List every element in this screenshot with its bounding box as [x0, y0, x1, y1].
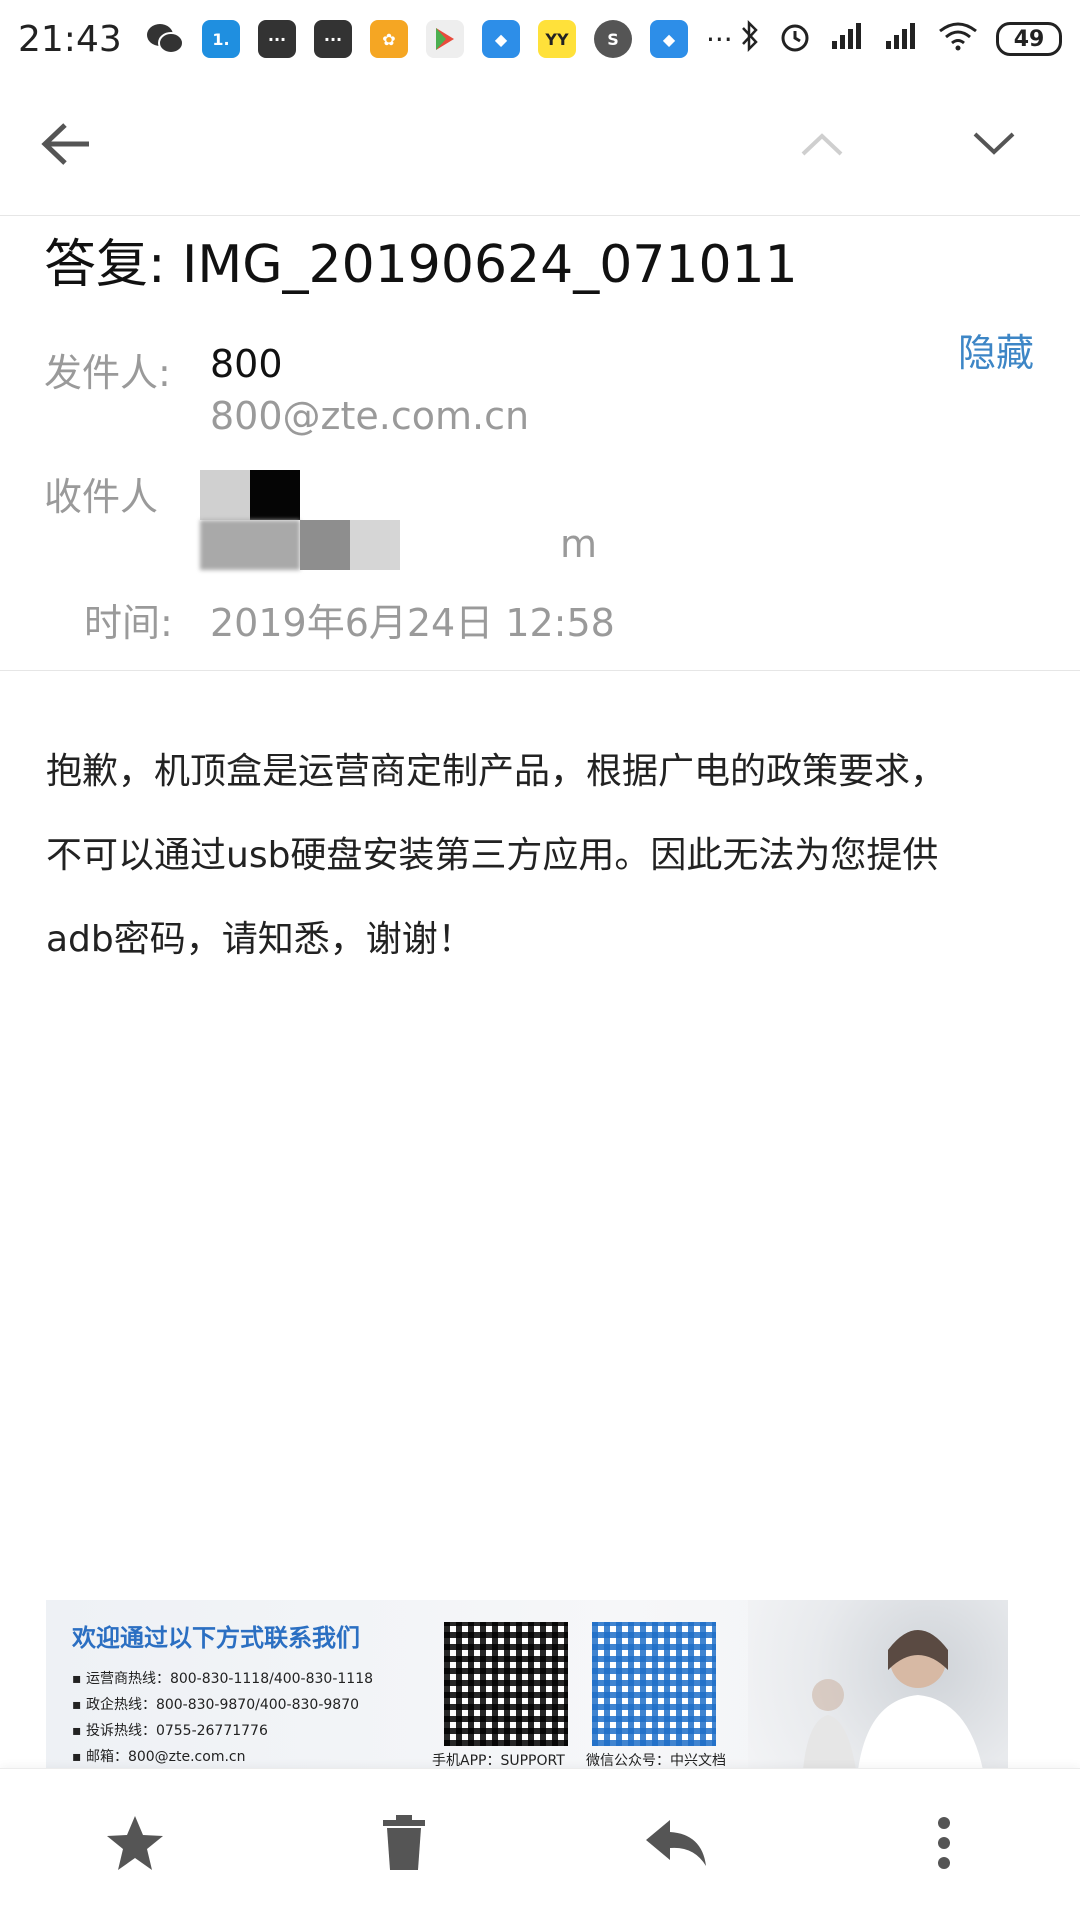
app-icon: ✿ — [370, 20, 408, 58]
contact-line: ▪ 投诉热线：0755-26771776 — [72, 1723, 268, 1739]
hide-details-link[interactable]: 隐藏 — [958, 322, 1034, 377]
redacted-block — [350, 520, 400, 570]
more-options-button[interactable] — [904, 1805, 984, 1885]
yy-icon: YY — [538, 20, 576, 58]
qr-caption: 微信公众号：中兴文档 — [586, 1753, 726, 1769]
chevron-down-icon — [971, 130, 1017, 162]
signal-icon — [830, 21, 866, 58]
wechat-icon — [146, 20, 184, 58]
message-icon: ··· — [258, 20, 296, 58]
sender-name[interactable]: 800 — [210, 342, 283, 386]
redacted-block — [200, 520, 300, 570]
qr-caption: 手机APP：SUPPORT — [432, 1753, 565, 1769]
bottom-action-bar — [0, 1768, 1080, 1920]
delete-button[interactable] — [364, 1805, 444, 1885]
app-icon: 1. — [202, 20, 240, 58]
header-divider — [0, 670, 1080, 671]
redacted-block — [250, 470, 300, 520]
sender-address[interactable]: 800@zte.com.cn — [210, 394, 529, 438]
app-icon: S — [594, 20, 632, 58]
reply-icon — [644, 1818, 708, 1872]
qr-code-app — [444, 1622, 568, 1746]
play-store-icon — [426, 20, 464, 58]
email-body: 抱歉，机顶盒是运营商定制产品，根据广电的政策要求， 不可以通过usb硬盘安装第三… — [46, 730, 1046, 982]
body-line: 抱歉，机顶盒是运营商定制产品，根据广电的政策要求， — [46, 751, 947, 792]
star-icon — [105, 1814, 165, 1876]
status-time: 21:43 — [18, 18, 122, 60]
message-icon: ··· — [314, 20, 352, 58]
email-subject: 答复: IMG_20190624_071011 — [44, 235, 798, 295]
from-label: 发件人: — [44, 351, 171, 395]
app-icon: ◆ — [482, 20, 520, 58]
body-line: adb密码，请知悉，谢谢！ — [46, 919, 474, 960]
more-notifications-icon: ··· — [706, 22, 733, 56]
contact-line: ▪ 政企热线：800-830-9870/400-830-9870 — [72, 1697, 360, 1713]
sent-time: 2019年6月24日 12:58 — [210, 601, 615, 645]
reply-button[interactable] — [636, 1805, 716, 1885]
recipient-address-tail[interactable]: m — [560, 522, 597, 566]
back-button[interactable] — [28, 108, 104, 184]
app-icon: ◆ — [650, 20, 688, 58]
banner-title: 欢迎通过以下方式联系我们 — [72, 1624, 360, 1652]
contact-line: ▪ 邮箱：800@zte.com.cn — [72, 1749, 246, 1765]
contact-line: ▪ 运营商热线：800-830-1118/400-830-1118 — [72, 1671, 374, 1687]
redacted-block — [200, 470, 250, 520]
support-staff-photo — [748, 1600, 1008, 1770]
email-toolbar — [0, 78, 1080, 216]
next-email-button[interactable] — [956, 108, 1032, 184]
body-line: 不可以通过usb硬盘安装第三方应用。因此无法为您提供 — [46, 835, 939, 876]
wifi-icon — [938, 21, 978, 58]
status-bar: 21:43 1. ··· ··· ✿ ◆ YY S ◆ ··· 49 — [0, 0, 1080, 78]
back-arrow-icon — [39, 121, 93, 171]
to-label: 收件人 — [44, 475, 159, 519]
battery-indicator: 49 — [996, 22, 1062, 56]
system-icons: 49 — [740, 0, 1062, 78]
signal-icon — [884, 21, 920, 58]
alarm-icon — [778, 19, 812, 60]
previous-email-button[interactable] — [784, 108, 860, 184]
time-label: 时间: — [84, 601, 173, 645]
star-button[interactable] — [95, 1805, 175, 1885]
signature-banner: 欢迎通过以下方式联系我们 ▪ 运营商热线：800-830-1118/400-83… — [46, 1600, 1008, 1770]
bluetooth-icon — [740, 19, 760, 60]
notification-icons: 1. ··· ··· ✿ ◆ YY S ◆ ··· — [146, 20, 733, 58]
redacted-block — [300, 520, 350, 570]
chevron-up-icon — [799, 130, 845, 162]
trash-icon — [381, 1814, 427, 1876]
qr-code-wechat — [592, 1622, 716, 1746]
contact-lines: ▪ 运营商热线：800-830-1118/400-830-1118 ▪ 政企热线… — [72, 1668, 373, 1770]
more-vertical-icon — [936, 1816, 952, 1874]
